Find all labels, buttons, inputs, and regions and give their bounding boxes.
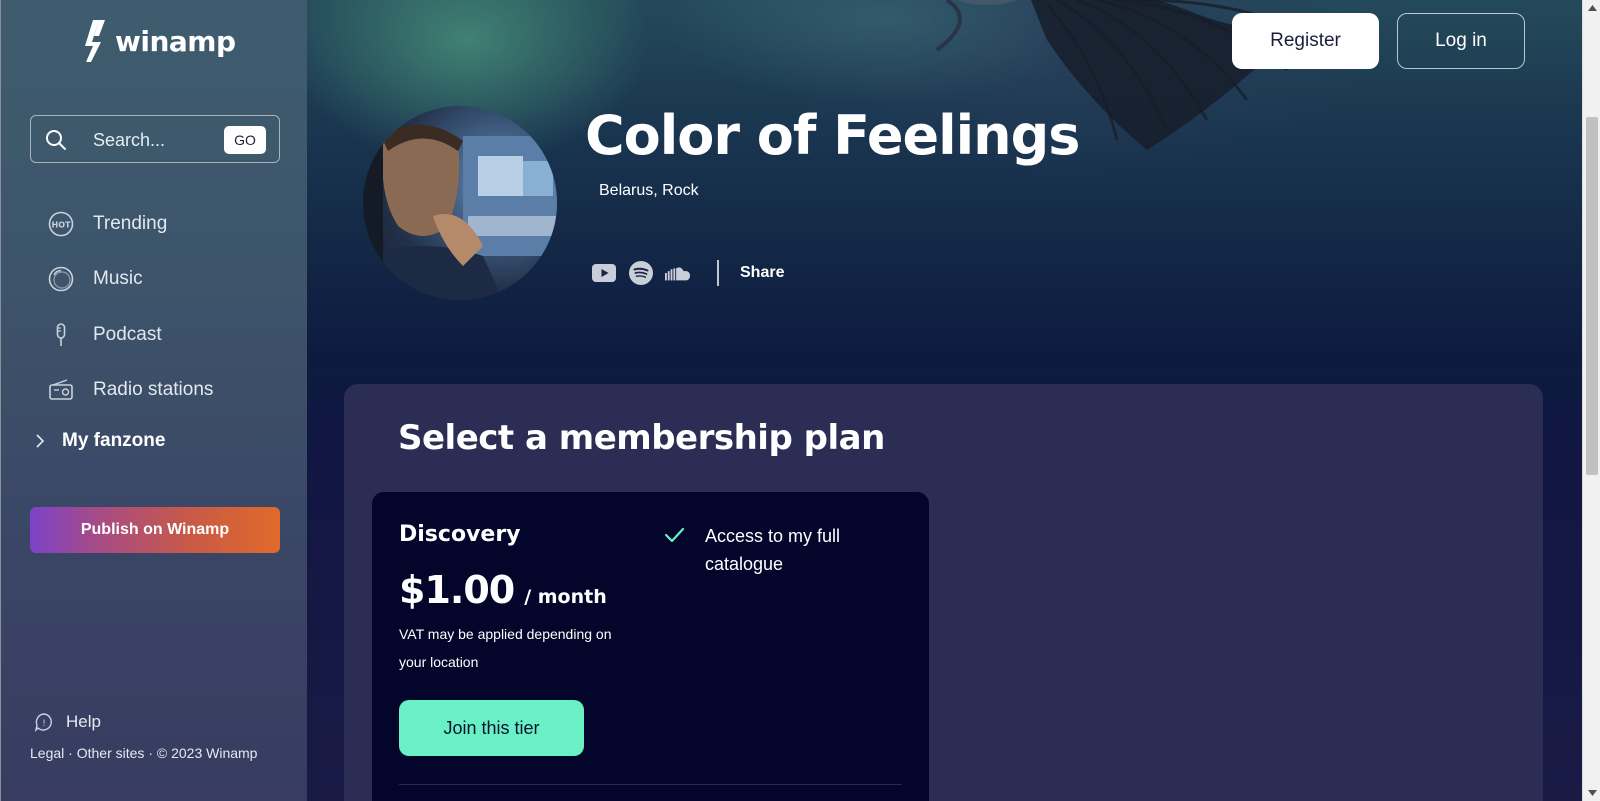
sidebar: winamp GO HOT Trending Music bbox=[0, 0, 307, 801]
legal-link[interactable]: Legal bbox=[30, 745, 64, 761]
artist-meta: Belarus, Rock bbox=[599, 182, 699, 199]
artist-social-links: Share bbox=[591, 260, 784, 286]
register-button[interactable]: Register bbox=[1232, 13, 1379, 69]
main-content: Register Log in Color of Feelings Belaru… bbox=[307, 0, 1582, 801]
scroll-down-arrow-icon[interactable] bbox=[1583, 785, 1600, 801]
sidebar-item-label: My fanzone bbox=[62, 430, 166, 451]
search-input[interactable] bbox=[93, 128, 213, 152]
footer-separator: · bbox=[68, 745, 73, 761]
join-tier-button[interactable]: Join this tier bbox=[399, 700, 584, 756]
tier-name: Discovery bbox=[399, 522, 521, 547]
price-period: / month bbox=[524, 586, 607, 608]
chevron-right-icon bbox=[36, 434, 45, 448]
disc-icon bbox=[47, 265, 75, 293]
sidebar-item-label: Podcast bbox=[93, 324, 162, 345]
svg-text:HOT: HOT bbox=[52, 221, 71, 230]
youtube-icon[interactable] bbox=[591, 260, 617, 286]
help-label: Help bbox=[66, 712, 101, 731]
tier-card: Discovery $1.00 / month VAT may be appli… bbox=[372, 492, 929, 801]
hot-icon: HOT bbox=[47, 210, 75, 238]
sidebar-item-music[interactable]: Music bbox=[47, 263, 143, 295]
check-icon bbox=[664, 527, 685, 543]
other-sites-link[interactable]: Other sites bbox=[77, 745, 145, 761]
tier-price: $1.00 / month bbox=[399, 568, 607, 612]
footer-links: Legal · Other sites · © 2023 Winamp bbox=[30, 745, 257, 761]
tier-perk: Access to my full catalogue bbox=[663, 522, 875, 578]
winamp-logo-icon bbox=[85, 20, 105, 62]
sidebar-item-radio-stations[interactable]: Radio stations bbox=[47, 374, 213, 406]
scroll-up-arrow-icon[interactable] bbox=[1583, 0, 1600, 16]
sidebar-item-label: Trending bbox=[93, 213, 168, 234]
sidebar-item-trending[interactable]: HOT Trending bbox=[47, 208, 167, 240]
vertical-scrollbar[interactable] bbox=[1582, 0, 1600, 801]
microphone-icon bbox=[47, 321, 75, 349]
tier-divider bbox=[399, 784, 902, 785]
share-button[interactable]: Share bbox=[740, 264, 784, 282]
sidebar-item-label: Music bbox=[93, 268, 143, 289]
artist-avatar bbox=[363, 106, 557, 300]
sidebar-item-podcast[interactable]: Podcast bbox=[47, 319, 162, 351]
copyright: © 2023 Winamp bbox=[156, 745, 258, 761]
radio-icon bbox=[47, 376, 75, 404]
brand-name: winamp bbox=[115, 24, 236, 58]
price-value: $1.00 bbox=[399, 568, 515, 612]
artist-name: Color of Feelings bbox=[585, 104, 1080, 167]
spotify-icon[interactable] bbox=[628, 260, 654, 286]
search-icon[interactable] bbox=[45, 129, 67, 151]
help-link[interactable]: ! Help bbox=[34, 712, 101, 732]
membership-title: Select a membership plan bbox=[398, 418, 885, 458]
membership-panel: Select a membership plan Discovery $1.00… bbox=[344, 384, 1543, 801]
soundcloud-icon[interactable] bbox=[665, 260, 691, 286]
sidebar-item-label: Radio stations bbox=[93, 379, 214, 400]
svg-text:!: ! bbox=[42, 719, 46, 729]
search-box: GO bbox=[30, 115, 280, 163]
search-go-button[interactable]: GO bbox=[224, 126, 266, 154]
winamp-logo[interactable]: winamp bbox=[83, 18, 236, 64]
scrollbar-thumb[interactable] bbox=[1586, 117, 1598, 475]
login-button[interactable]: Log in bbox=[1397, 13, 1525, 69]
sidebar-item-my-fanzone[interactable]: My fanzone bbox=[35, 430, 165, 452]
vat-note: VAT may be applied depending on your loc… bbox=[399, 626, 612, 670]
footer-separator: · bbox=[148, 745, 153, 761]
help-icon: ! bbox=[34, 713, 52, 732]
social-divider bbox=[717, 260, 719, 286]
publish-button[interactable]: Publish on Winamp bbox=[30, 507, 280, 553]
perk-label: Access to my full catalogue bbox=[705, 526, 841, 574]
